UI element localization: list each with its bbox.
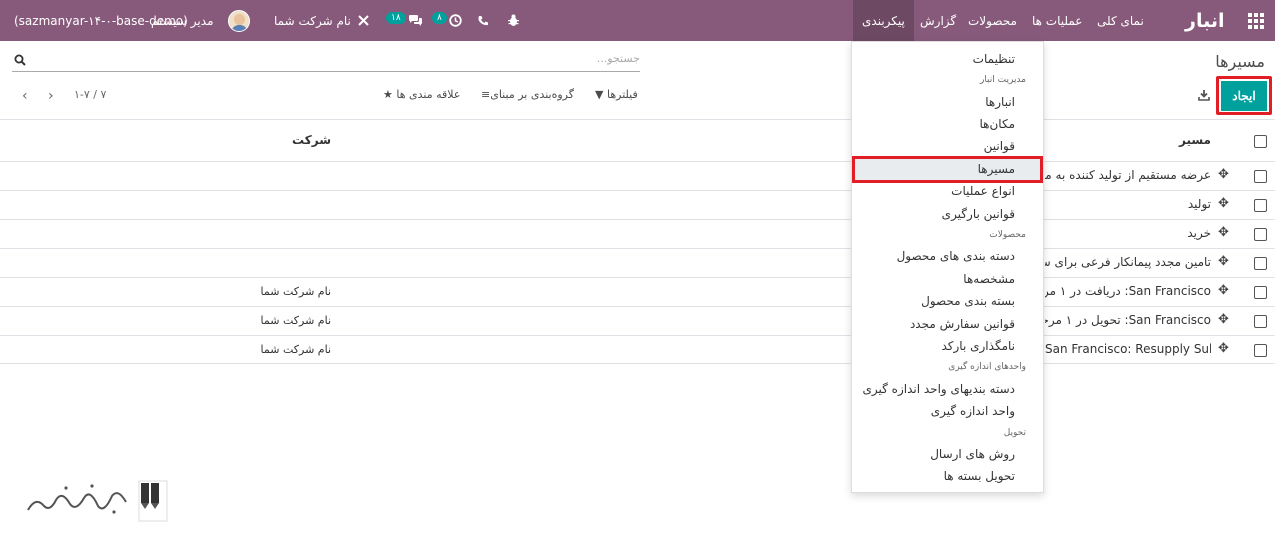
- clock-icon: [449, 14, 462, 27]
- grid-icon: [1248, 12, 1264, 29]
- group-by-label: گروه‌بندی بر مبنای: [490, 88, 574, 101]
- dropdown-header-uom: واحدهای اندازه گیری: [948, 362, 1026, 372]
- avatar: [228, 9, 250, 32]
- logo-icon: [26, 478, 170, 524]
- dropdown-item-attributes[interactable]: مشخصه‌ها: [963, 272, 1015, 286]
- chevron-right-icon[interactable]: ›: [48, 88, 54, 104]
- menu-products[interactable]: محصولات: [968, 0, 1017, 41]
- star-icon: ★: [383, 88, 393, 101]
- drag-handle-icon[interactable]: ✥: [1218, 167, 1229, 182]
- favorites-label: علاقه مندی ها: [396, 88, 461, 101]
- company-name: نام شرکت شما: [260, 285, 331, 298]
- dropdown-item-uom[interactable]: واحد اندازه گیری: [931, 404, 1015, 418]
- menu-configuration[interactable]: پیکربندی: [853, 0, 914, 41]
- drag-handle-icon[interactable]: ✥: [1218, 196, 1229, 211]
- route-name: خرید: [1187, 226, 1211, 240]
- route-name: San Francisco: دریافت در ۱ مرحله: [1045, 284, 1211, 298]
- table-header: مسیر شرکت: [0, 119, 1275, 161]
- route-name: San Francisco: تحویل در ۱ مرحله: [1045, 313, 1211, 327]
- menu-operations[interactable]: عملیات ها: [1032, 0, 1082, 41]
- top-navbar: انبار نمای کلی عملیات ها محصولات گزارش پ…: [0, 0, 1275, 41]
- dropdown-item-shipping-methods[interactable]: روش های ارسال: [930, 447, 1015, 461]
- table-row[interactable]: ✥ عرضه مستقیم از تولید کننده به مصرف کنن…: [0, 161, 1275, 190]
- messages-badge: ۱۸: [386, 11, 406, 24]
- chat-icon: [408, 15, 422, 26]
- drag-handle-icon[interactable]: ✥: [1218, 254, 1229, 269]
- bug-icon[interactable]: [507, 0, 520, 41]
- dropdown-header-products: محصولات: [989, 230, 1026, 240]
- row-checkbox[interactable]: [1254, 199, 1267, 212]
- company-name: نام شرکت شما: [260, 314, 331, 327]
- chevron-left-icon[interactable]: ‹: [22, 88, 28, 104]
- routes-highlight-box: [852, 156, 1043, 183]
- user-menu[interactable]: [228, 0, 250, 41]
- column-company[interactable]: شرکت: [292, 133, 331, 147]
- dropdown-item-warehouses[interactable]: انبارها: [985, 95, 1015, 109]
- filters-button[interactable]: ▼ فیلترها: [595, 88, 638, 101]
- dropdown-item-barcode-nomenclatures[interactable]: نامگذاری بارکد: [942, 339, 1016, 353]
- search-bar: [12, 50, 640, 72]
- dropdown-item-rules[interactable]: قوانین: [984, 139, 1015, 153]
- drag-handle-icon[interactable]: ✥: [1218, 225, 1229, 240]
- activity-menu[interactable]: ۸: [432, 0, 462, 41]
- route-name: عرضه مستقیم از تولید کننده به مصرف کننده: [1045, 168, 1211, 182]
- select-all-checkbox[interactable]: [1254, 135, 1267, 148]
- favorites-button[interactable]: ★ علاقه مندی ها: [383, 88, 460, 101]
- phone-icon[interactable]: [477, 0, 489, 41]
- dropdown-item-delivery-packages[interactable]: تحویل بسته ها: [944, 469, 1015, 483]
- row-checkbox[interactable]: [1254, 170, 1267, 183]
- route-name: تامین مجدد پیمانکار فرعی برای سفارش: [1045, 255, 1211, 269]
- dropdown-header-delivery: تحویل: [1003, 428, 1026, 438]
- row-checkbox[interactable]: [1254, 315, 1267, 328]
- company-switcher[interactable]: نام شرکت شما: [274, 0, 351, 41]
- dropdown-item-product-categories[interactable]: دسته بندی های محصول: [897, 249, 1015, 263]
- create-button[interactable]: ایجاد: [1221, 81, 1267, 111]
- company-name: نام شرکت شما: [260, 343, 331, 356]
- dropdown-item-uom-categories[interactable]: دسته بندیهای واحد اندازه گیری: [863, 382, 1015, 396]
- row-checkbox[interactable]: [1254, 344, 1267, 357]
- route-name: San Francisco: Resupply Subcontractor: [1045, 342, 1211, 356]
- search-icon[interactable]: [14, 54, 26, 66]
- configuration-dropdown: تنظیمات مدیریت انبار انبارها مکان‌ها قوا…: [851, 41, 1044, 493]
- table-row[interactable]: ✥ San Francisco: Resupply Subcontractor …: [0, 335, 1275, 364]
- dropdown-item-reordering-rules[interactable]: قوانین سفارش مجدد: [910, 317, 1015, 331]
- close-icon[interactable]: [358, 0, 369, 41]
- activity-badge: ۸: [432, 11, 447, 24]
- row-checkbox[interactable]: [1254, 257, 1267, 270]
- page-title: مسیرها: [1215, 52, 1265, 71]
- apps-menu-button[interactable]: [1247, 0, 1265, 41]
- dropdown-item-operation-types[interactable]: انواع عملیات: [951, 184, 1015, 198]
- filters-label: فیلترها: [606, 88, 638, 101]
- list-icon: ≡: [481, 88, 491, 101]
- menu-reporting[interactable]: گزارش: [920, 0, 956, 41]
- group-by-button[interactable]: ≡گروه‌بندی بر مبنای: [481, 88, 574, 101]
- dropdown-item-locations[interactable]: مکان‌ها: [979, 117, 1015, 131]
- app-brand[interactable]: انبار: [1185, 0, 1224, 41]
- drag-handle-icon[interactable]: ✥: [1218, 341, 1229, 356]
- dropdown-item-settings[interactable]: تنظیمات: [973, 52, 1015, 66]
- table-row[interactable]: ✥ San Francisco: تحویل در ۱ مرحله نام شر…: [0, 306, 1275, 335]
- drag-handle-icon[interactable]: ✥: [1218, 283, 1229, 298]
- pager-value[interactable]: ۱-۷ / ۷: [74, 88, 106, 101]
- row-checkbox[interactable]: [1254, 228, 1267, 241]
- menu-overview[interactable]: نمای کلی: [1097, 0, 1144, 41]
- database-name: (sazmanyar-۱۴-۰-base-demo): [14, 13, 188, 28]
- table-row[interactable]: ✥ تامین مجدد پیمانکار فرعی برای سفارش: [0, 248, 1275, 277]
- dropdown-header-warehouse: مدیریت انبار: [979, 75, 1026, 85]
- search-input[interactable]: [80, 52, 640, 65]
- row-checkbox[interactable]: [1254, 286, 1267, 299]
- dropdown-item-putaway-rules[interactable]: قوانین بارگیری: [942, 207, 1015, 221]
- route-name: تولید: [1187, 197, 1211, 211]
- filter-icon: ▼: [595, 88, 604, 101]
- drag-handle-icon[interactable]: ✥: [1218, 312, 1229, 327]
- messages-menu[interactable]: ۱۸: [386, 0, 423, 41]
- column-route[interactable]: مسیر: [1179, 133, 1211, 147]
- table-row[interactable]: ✥ خرید: [0, 219, 1275, 248]
- download-icon[interactable]: [1198, 89, 1210, 101]
- table-row[interactable]: ✥ San Francisco: دریافت در ۱ مرحله نام ش…: [0, 277, 1275, 306]
- dropdown-item-product-packagings[interactable]: بسته بندی محصول: [921, 294, 1015, 308]
- table-row[interactable]: ✥ تولید: [0, 190, 1275, 219]
